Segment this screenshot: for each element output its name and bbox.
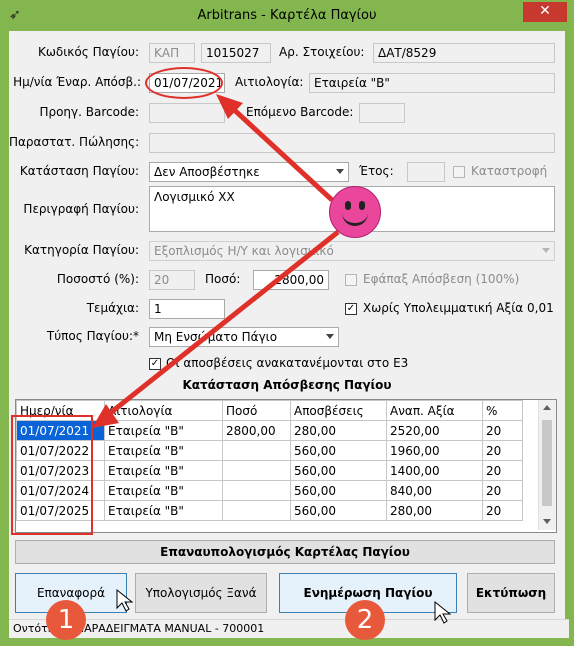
smiley-icon	[329, 186, 381, 238]
annotation-arrows	[92, 94, 340, 428]
cursor-icon	[434, 600, 452, 624]
step-badge-1: 1	[46, 600, 86, 640]
smiley-mouth	[342, 209, 368, 226]
step-badge-2: 2	[345, 600, 385, 640]
arrow-to-date-field	[228, 104, 334, 202]
cursor-icon	[116, 588, 134, 612]
arrow-to-date-column	[102, 230, 340, 420]
